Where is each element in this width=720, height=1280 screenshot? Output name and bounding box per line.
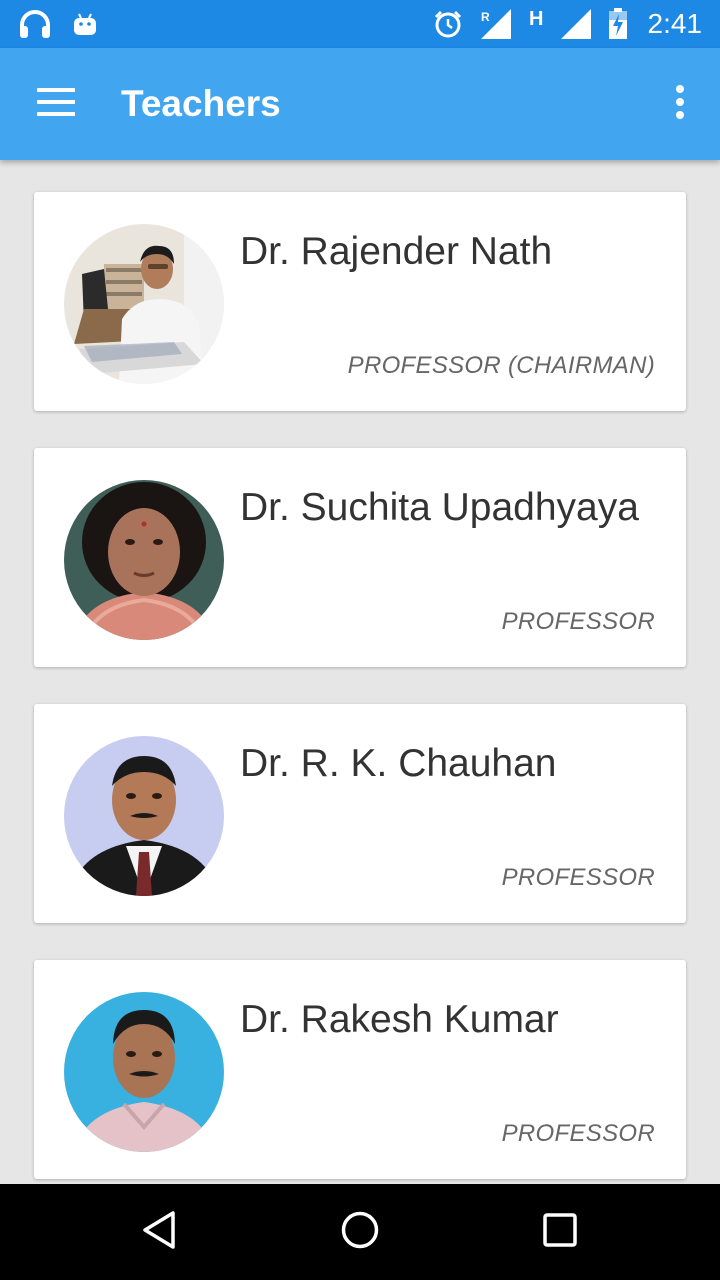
teacher-card[interactable]: Dr. Rajender Nath PROFESSOR (CHAIRMAN) [34, 192, 686, 411]
headphones-icon [18, 9, 52, 39]
teacher-designation: PROFESSOR [501, 608, 655, 635]
teacher-card[interactable]: Dr. R. K. Chauhan PROFESSOR [34, 704, 686, 923]
teacher-name: Dr. Suchita Upadhyaya [240, 486, 639, 529]
teacher-name: Dr. Rakesh Kumar [240, 998, 559, 1041]
status-bar-right: R H 2:41 [433, 0, 702, 48]
teacher-designation: PROFESSOR (CHAIRMAN) [347, 352, 655, 379]
teacher-photo [64, 224, 224, 384]
network-type-label: H [529, 7, 544, 30]
teacher-photo [64, 992, 224, 1152]
more-vert-icon [675, 85, 685, 123]
teacher-photo [64, 736, 224, 896]
teacher-list[interactable]: Dr. Rajender Nath PROFESSOR (CHAIRMAN) D… [0, 160, 720, 1184]
back-icon [140, 1210, 180, 1254]
teacher-designation: PROFESSOR [501, 864, 655, 891]
status-bar-left [18, 0, 98, 48]
teacher-photo [64, 480, 224, 640]
teacher-name: Dr. Rajender Nath [240, 230, 553, 273]
page-title: Teachers [121, 83, 281, 124]
teacher-designation: PROFESSOR [501, 1120, 655, 1147]
recents-icon [540, 1210, 580, 1254]
alarm-icon [433, 9, 463, 39]
teacher-card[interactable]: Dr. Suchita Upadhyaya PROFESSOR [34, 448, 686, 667]
navigation-drawer-button[interactable] [26, 78, 86, 130]
teacher-card[interactable]: Dr. Rakesh Kumar PROFESSOR [34, 960, 686, 1179]
android-icon [72, 11, 98, 37]
overflow-menu-button[interactable] [660, 78, 700, 130]
home-icon [340, 1210, 380, 1254]
home-button[interactable] [330, 1202, 390, 1262]
battery-charging-icon [608, 8, 628, 40]
teacher-name: Dr. R. K. Chauhan [240, 742, 557, 785]
app-bar: Teachers [0, 48, 720, 160]
signal-icon [560, 8, 592, 40]
signal-roaming-icon: R [479, 8, 513, 40]
back-button[interactable] [130, 1202, 190, 1262]
status-bar: R H 2:41 [0, 0, 720, 48]
status-time: 2:41 [647, 8, 703, 39]
system-navigation-bar [0, 1184, 720, 1280]
recents-button[interactable] [530, 1202, 590, 1262]
hamburger-menu-icon [37, 88, 75, 120]
roaming-label: R [481, 10, 490, 24]
